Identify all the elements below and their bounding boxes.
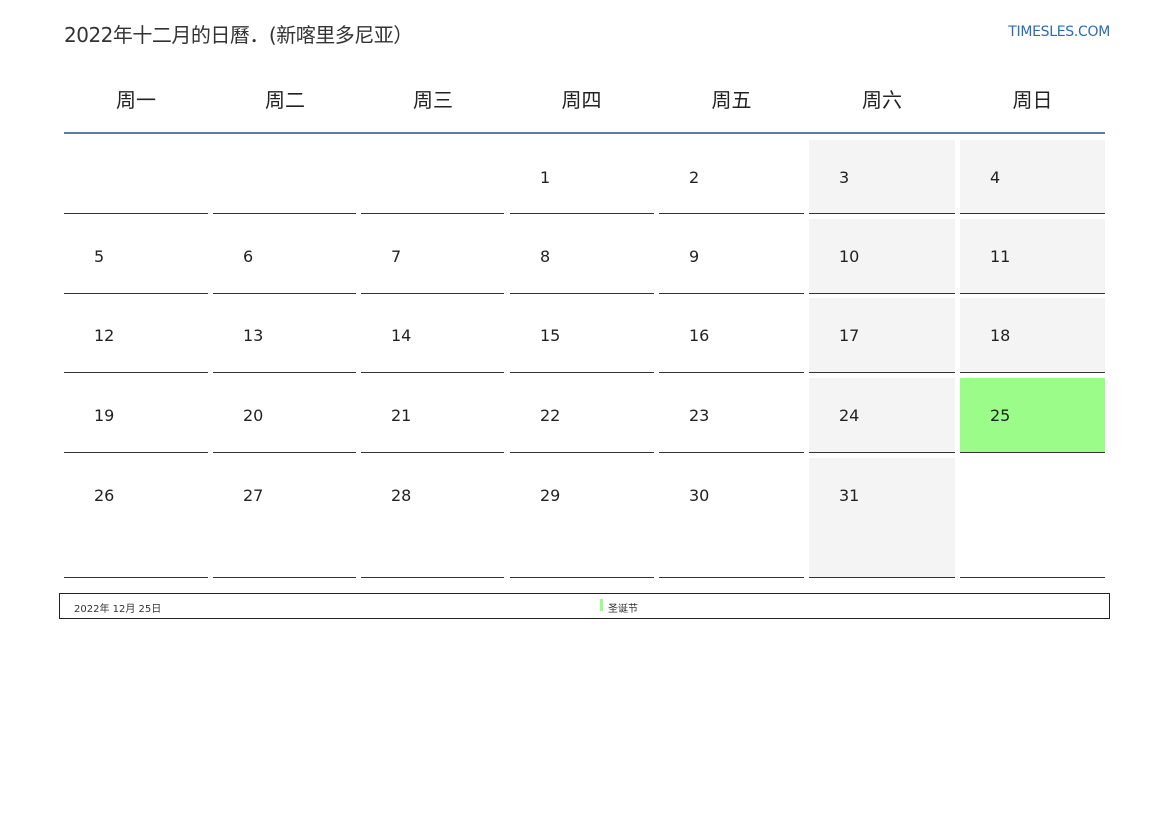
page-title: 2022年十二月的日曆．(新喀里多尼亚） [64,23,413,47]
day-cell-25[interactable]: 25 [960,378,1105,453]
day-cell-24[interactable]: 24 [809,378,955,453]
day-cell-1[interactable]: 1 [510,140,654,214]
day-number: 17 [839,326,860,345]
day-cell-5[interactable]: 5 [64,219,208,294]
day-cell-15[interactable]: 15 [510,298,654,373]
day-cell-22[interactable]: 22 [510,378,654,453]
day-number: 28 [391,486,412,505]
weekday-header-sun: 周日 [1012,88,1053,112]
day-number: 22 [540,406,561,425]
day-number: 3 [839,168,850,187]
day-number: 29 [540,486,561,505]
day-cell-10[interactable]: 10 [809,219,955,294]
weekday-header-mon: 周一 [116,88,156,112]
day-number: 5 [94,247,105,266]
holiday-legend: 2022年 12月 25日 圣诞节 [59,593,1110,619]
day-cell-14[interactable]: 14 [361,298,504,373]
day-number: 8 [540,247,551,266]
day-cell-27[interactable]: 27 [213,458,356,578]
day-cell-23[interactable]: 23 [659,378,804,453]
day-number: 16 [689,326,710,345]
weekday-header-tue: 周二 [265,88,305,112]
day-number: 12 [94,326,115,345]
legend-holiday-date: 2022年 12月 25日 [74,604,162,615]
day-number: 27 [243,486,264,505]
weekday-header-fri: 周五 [711,88,752,112]
empty-cell-tue [213,140,356,214]
day-cell-11[interactable]: 11 [960,219,1105,294]
day-number: 7 [391,247,402,266]
day-cell-19[interactable]: 19 [64,378,208,453]
day-cell-7[interactable]: 7 [361,219,504,294]
day-cell-12[interactable]: 12 [64,298,208,373]
day-cell-16[interactable]: 16 [659,298,804,373]
day-number: 31 [839,486,860,505]
day-number: 11 [990,247,1011,266]
day-cell-6[interactable]: 6 [213,219,356,294]
site-brand-link[interactable]: TIMESLES.COM [1008,24,1110,40]
day-number: 18 [990,326,1011,345]
day-cell-31[interactable]: 31 [809,458,955,578]
day-number: 24 [839,406,860,425]
legend-color-swatch [600,599,603,611]
day-cell-18[interactable]: 18 [960,298,1105,373]
day-number: 25 [990,406,1011,425]
weekday-header-row: 周一 周二 周三 周四 周五 周六 周日 [64,78,1105,134]
weekday-header-sat: 周六 [862,88,902,112]
day-cell-9[interactable]: 9 [659,219,804,294]
day-number: 30 [689,486,710,505]
day-cell-17[interactable]: 17 [809,298,955,373]
day-cell-8[interactable]: 8 [510,219,654,294]
day-number: 9 [689,247,700,266]
empty-cell-sun [960,458,1105,578]
day-cell-21[interactable]: 21 [361,378,504,453]
day-cell-28[interactable]: 28 [361,458,504,578]
day-number: 21 [391,406,412,425]
day-cell-3[interactable]: 3 [809,140,955,214]
empty-cell-mon [64,140,208,214]
day-cell-30[interactable]: 30 [659,458,804,578]
day-cell-20[interactable]: 20 [213,378,356,453]
day-number: 20 [243,406,264,425]
day-number: 13 [243,326,264,345]
day-cell-13[interactable]: 13 [213,298,356,373]
weekday-header-thu: 周四 [561,88,602,112]
empty-cell-wed [361,140,504,214]
day-number: 4 [990,168,1001,187]
day-number: 19 [94,406,115,425]
day-number: 26 [94,486,115,505]
weekday-header-wed: 周三 [413,88,453,112]
day-cell-2[interactable]: 2 [659,140,804,214]
day-cell-29[interactable]: 29 [510,458,654,578]
day-number: 23 [689,406,710,425]
day-number: 6 [243,247,254,266]
day-number: 15 [540,326,561,345]
day-number: 1 [540,168,551,187]
legend-holiday-name: 圣诞节 [608,604,638,615]
day-cell-4[interactable]: 4 [960,140,1105,214]
day-cell-26[interactable]: 26 [64,458,208,578]
day-number: 2 [689,168,700,187]
day-number: 14 [391,326,412,345]
day-number: 10 [839,247,860,266]
